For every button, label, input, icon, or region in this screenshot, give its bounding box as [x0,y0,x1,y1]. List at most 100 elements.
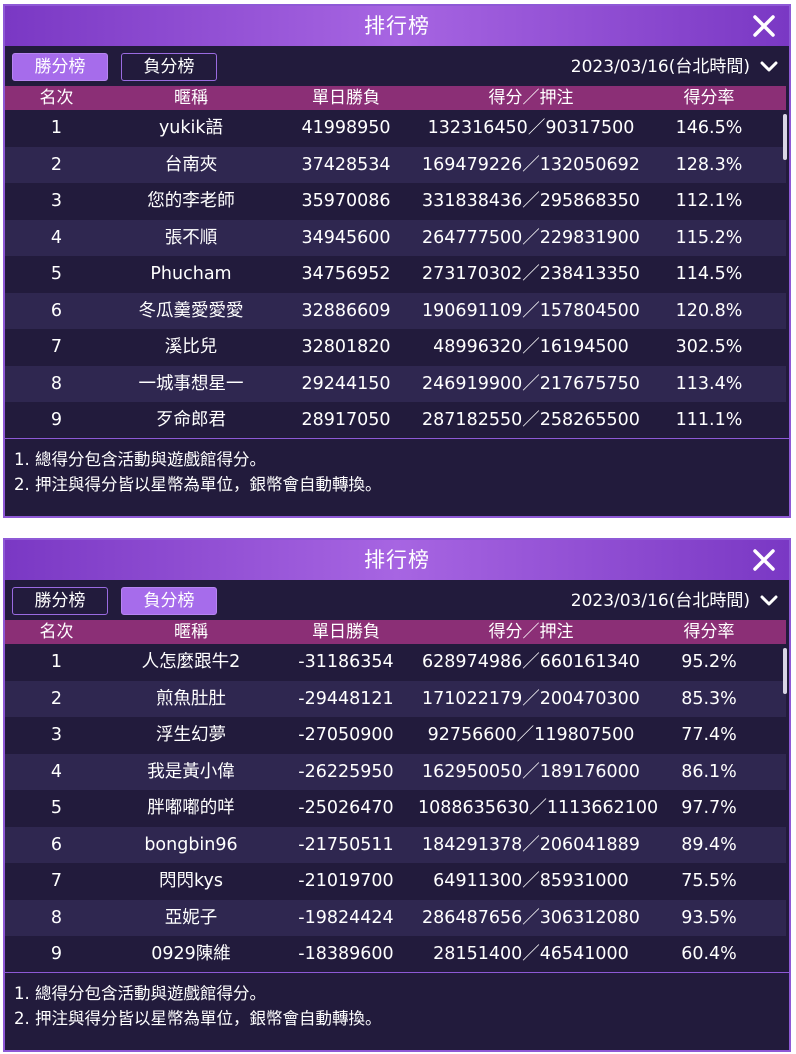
header-name: 暱稱 [174,88,208,108]
cell-rank: 6 [50,300,63,321]
table-row: 9 歹命郎君 28917050 287182550／258265500 111.… [5,402,786,438]
table-header: 名次 暱稱 單日勝負 得分／押注 得分率 [5,86,786,110]
table-body[interactable]: 1 人怎麼跟牛2 -31186354 628974986／660161340 9… [5,644,789,972]
cell-rate: 97.7% [681,798,737,818]
cell-rate: 302.5% [675,337,743,357]
tab-winners[interactable]: 勝分榜 [12,53,108,81]
cell-score: 171022179／200470300 [422,688,640,709]
cell-daily: -21750511 [298,834,394,855]
cell-name: bongbin96 [144,834,238,855]
header-score: 得分／押注 [488,88,574,108]
cell-name: 煎魚肚肚 [156,688,226,709]
date-dropdown[interactable]: 2023/03/16(台北時間) [571,54,779,80]
cell-name: 人怎麼跟牛2 [141,652,241,672]
cell-score: 184291378／206041889 [422,834,640,855]
cell-score: 273170302／238413350 [422,264,640,284]
cell-rate: 113.4% [675,373,743,394]
cell-daily: 32801820 [301,337,391,357]
tab-losers[interactable]: 負分榜 [121,587,217,615]
table-row: 3 浮生幻夢 -27050900 92756600／119807500 77.4… [5,717,786,754]
cell-name: 浮生幻夢 [156,725,226,745]
panel-title-bar: 排行榜 [5,540,789,580]
cell-rank: 7 [50,871,63,891]
cell-rank: 5 [50,798,63,818]
cell-rank: 3 [50,725,63,745]
cell-rate: 86.1% [681,761,737,782]
header-rate: 得分率 [683,622,735,642]
cell-daily: 32886609 [301,300,391,321]
cell-daily: -21019700 [298,871,394,891]
notes-section: 1. 總得分包含活動與遊戲館得分。 2. 押注與得分皆以星幣為單位，銀幣會自動轉… [5,972,789,1031]
cell-rank: 8 [50,373,63,394]
cell-daily: 34945600 [301,227,391,248]
table-row: 8 一城事想星一 29244150 246919900／217675750 11… [5,365,786,402]
cell-rate: 120.8% [675,300,743,321]
scrollbar-thumb[interactable] [783,114,787,160]
cell-name: 歹命郎君 [156,410,226,430]
cell-rank: 1 [50,652,63,672]
table-header: 名次 暱稱 單日勝負 得分／押注 得分率 [5,620,786,644]
cell-daily: 37428534 [301,154,391,175]
cell-rank: 7 [50,337,63,357]
table-row: 8 亞妮子 -19824424 286487656／306312080 93.5… [5,899,786,936]
cell-daily: 34756952 [301,264,391,284]
cell-daily: -29448121 [298,688,394,709]
cell-name: 我是黃小偉 [147,761,235,782]
cell-name: 溪比兒 [164,337,218,357]
cell-rate: 93.5% [681,907,737,928]
cell-score: 48996320／16194500 [433,337,629,357]
cell-rank: 4 [50,761,63,782]
table-row: 5 Phucham 34756952 273170302／238413350 1… [5,256,786,293]
table-row: 7 溪比兒 32801820 48996320／16194500 302.5% [5,329,786,366]
cell-rate: 115.2% [675,227,743,248]
cell-score: 28151400／46541000 [433,944,629,964]
cell-name: 亞妮子 [164,907,218,928]
cell-name: 0929陳維 [151,944,231,964]
cell-rank: 2 [50,154,63,175]
table-row: 2 煎魚肚肚 -29448121 171022179／200470300 85.… [5,680,786,717]
date-dropdown[interactable]: 2023/03/16(台北時間) [571,588,779,614]
cell-rate: 114.5% [675,264,743,284]
table-body[interactable]: 1 yukik語 41998950 132316450／90317500 146… [5,110,789,438]
cell-score: 331838436／295868350 [422,191,640,211]
header-name: 暱稱 [174,622,208,642]
cell-daily: -26225950 [298,761,394,782]
header-daily: 單日勝負 [312,88,380,108]
cell-rate: 75.5% [681,871,737,891]
cell-name: yukik語 [158,118,224,138]
cell-daily: -25026470 [298,798,394,818]
cell-rate: 128.3% [675,154,743,175]
cell-rate: 146.5% [675,118,743,138]
cell-score: 190691109／157804500 [422,300,640,321]
close-button[interactable] [749,545,779,575]
tab-winners[interactable]: 勝分榜 [12,587,108,615]
cell-rank: 9 [50,410,63,430]
table-row: 3 您的李老師 35970086 331838436／295868350 112… [5,183,786,220]
header-rate: 得分率 [683,88,735,108]
notes-section: 1. 總得分包含活動與遊戲館得分。 2. 押注與得分皆以星幣為單位，銀幣會自動轉… [5,438,789,497]
scrollbar-thumb[interactable] [783,648,787,694]
cell-score: 132316450／90317500 [427,118,635,138]
cell-score: 92756600／119807500 [427,725,635,745]
cell-name: 冬瓜羹愛愛愛 [138,300,244,321]
close-x-icon [753,15,775,37]
cell-name: 閃閃kys [159,871,223,891]
cell-score: 246919900／217675750 [422,373,640,394]
cell-score: 286487656／306312080 [422,907,640,928]
table-row: 9 0929陳維 -18389600 28151400／46541000 60.… [5,936,786,972]
table-row: 4 我是黃小偉 -26225950 162950050／189176000 86… [5,753,786,790]
chevron-down-icon [760,61,778,72]
table-row: 6 冬瓜羹愛愛愛 32886609 190691109／157804500 12… [5,292,786,329]
cell-rank: 5 [50,264,63,284]
cell-name: 一城事想星一 [138,373,244,394]
cell-name: Phucham [150,264,232,284]
cell-rank: 9 [50,944,63,964]
toolbar: 勝分榜 負分榜 2023/03/16(台北時間) [5,580,789,620]
close-button[interactable] [749,11,779,41]
cell-rate: 89.4% [681,834,737,855]
cell-rate: 77.4% [681,725,737,745]
cell-daily: -18389600 [298,944,394,964]
cell-rank: 8 [50,907,63,928]
note-line: 1. 總得分包含活動與遊戲館得分。 [14,450,266,469]
tab-losers[interactable]: 負分榜 [121,53,217,81]
